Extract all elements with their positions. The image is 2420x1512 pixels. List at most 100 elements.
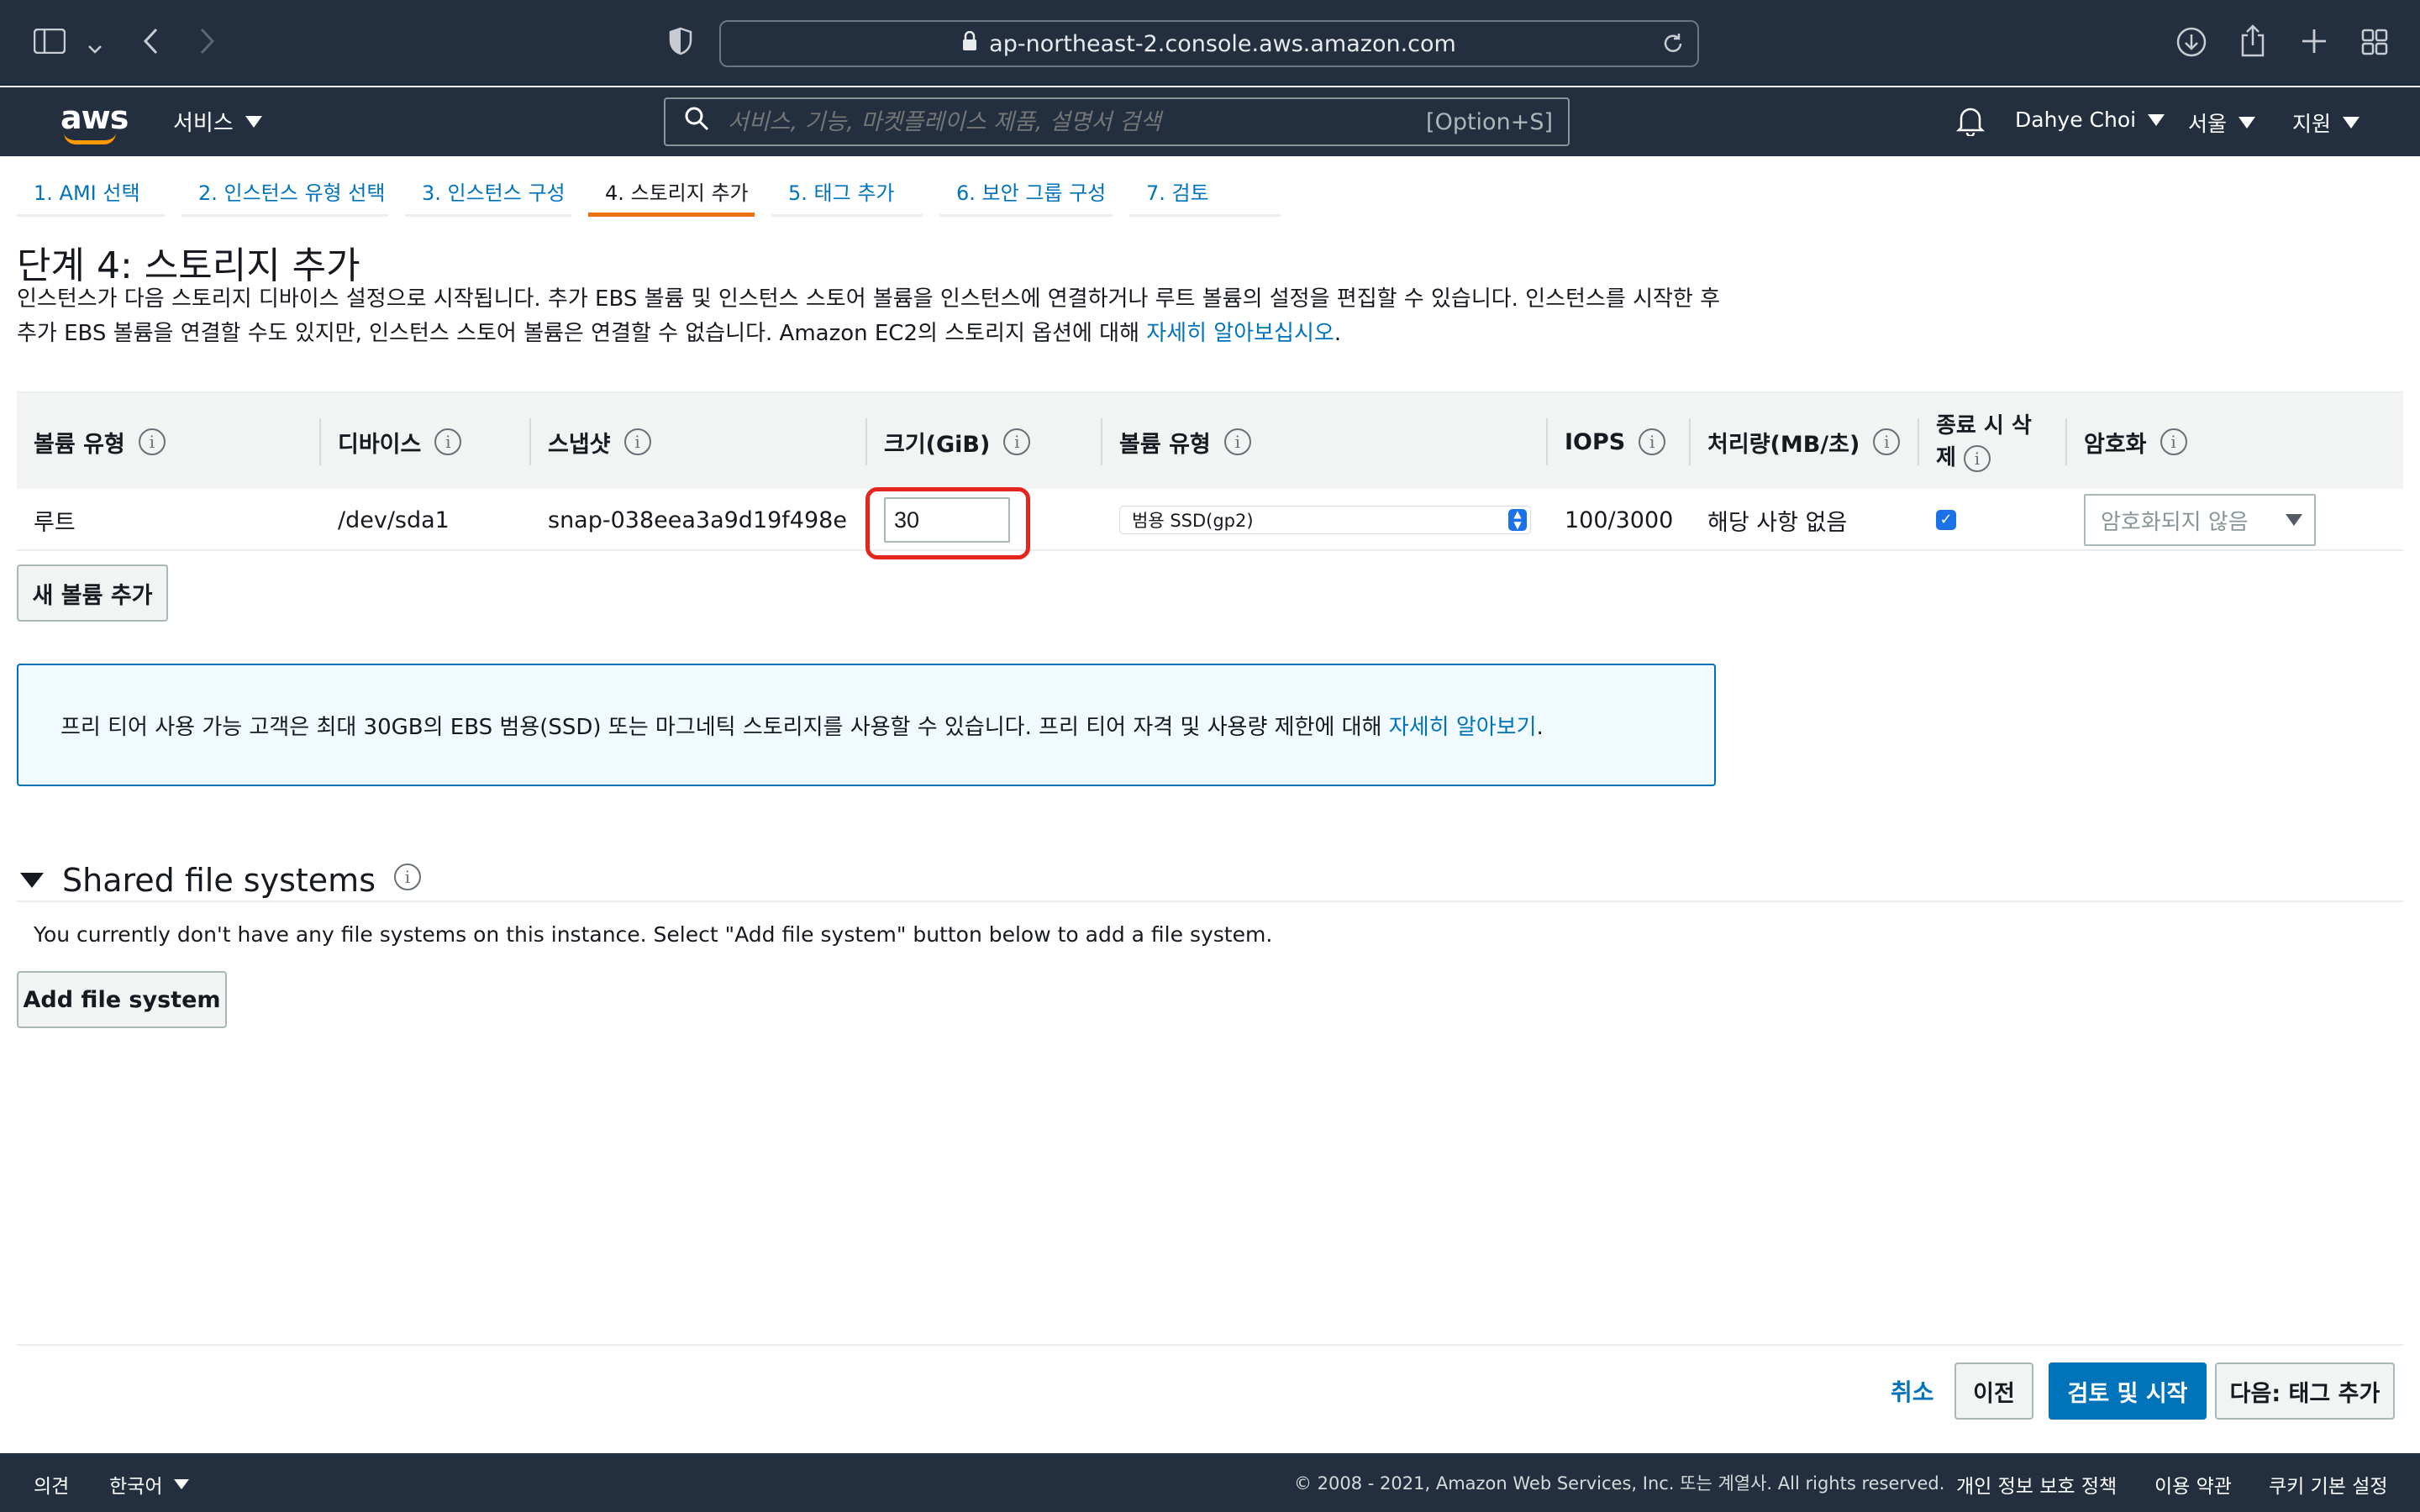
tab-configure-instance[interactable]: 3. 인스턴스 구성 <box>405 165 571 217</box>
col-volume-kind: 볼륨 유형 i <box>1102 393 1548 491</box>
region-label: 서울 <box>2188 112 2228 136</box>
shared-file-systems-title: Shared file systems <box>62 862 376 899</box>
caret-down-icon <box>2343 117 2360 129</box>
feedback-link[interactable]: 의견 <box>34 1470 69 1499</box>
info-icon[interactable]: i <box>1003 428 1031 455</box>
share-icon[interactable] <box>2240 24 2265 62</box>
col-snapshot: 스냅샷 i <box>531 393 867 491</box>
back-icon[interactable] <box>141 27 160 60</box>
info-icon[interactable]: i <box>138 428 166 455</box>
info-icon[interactable]: i <box>1963 444 1991 472</box>
terms-link[interactable]: 이용 약관 <box>2154 1470 2232 1499</box>
cell-size <box>867 489 1102 551</box>
review-and-launch-button[interactable]: 검토 및 시작 <box>2049 1362 2207 1420</box>
chevron-down-icon[interactable] <box>87 32 103 60</box>
info-icon[interactable]: i <box>623 428 651 455</box>
page-description-end: . <box>1334 321 1342 346</box>
aws-console-nav: aws 서비스 [Option+S] Dahye Choi 서울 지원 <box>0 87 2420 156</box>
tab-ami-select[interactable]: 1. AMI 선택 <box>17 165 165 217</box>
storage-table: 볼륨 유형 i 디바이스 i 스냅샷 i 크기(GiB) i 볼륨 유형 i IOPS i … <box>17 391 2403 551</box>
support-menu[interactable]: 지원 <box>2292 108 2360 138</box>
info-icon[interactable]: i <box>1639 428 1666 455</box>
cell-encryption: 암호화되지 않음 <box>2067 489 2333 551</box>
col-volume-kind-label: 볼륨 유형 <box>1119 431 1211 458</box>
caret-down-icon <box>2148 113 2165 126</box>
tab-overview-icon[interactable] <box>2361 29 2388 60</box>
encryption-select[interactable]: 암호화되지 않음 <box>2084 494 2316 546</box>
col-device: 디바이스 i <box>321 393 531 491</box>
download-icon[interactable] <box>2176 27 2207 62</box>
divider <box>17 1344 2403 1346</box>
search-input[interactable] <box>728 108 1417 135</box>
language-label: 한국어 <box>109 1476 163 1498</box>
info-icon[interactable]: i <box>434 428 462 455</box>
privacy-link[interactable]: 개인 정보 보호 정책 <box>1956 1470 2117 1499</box>
collapse-triangle-icon <box>20 873 44 888</box>
table-row: 루트 /dev/sda1 snap-038eea3a9d19f498e 범용 S… <box>17 489 2403 551</box>
free-tier-notice: 프리 티어 사용 가능 고객은 최대 30GB의 EBS 범용(SSD) 또는 … <box>17 664 1716 786</box>
page-description-text: 인스턴스가 다음 스토리지 디바이스 설정으로 시작됩니다. 추가 EBS 볼륨… <box>17 286 1721 346</box>
aws-logo-text: aws <box>60 99 129 136</box>
cell-volume-kind: 범용 SSD(gp2) ▲ ▼ <box>1102 489 1548 551</box>
aws-logo[interactable]: aws <box>60 99 129 144</box>
info-icon[interactable]: i <box>1873 428 1901 455</box>
shield-icon[interactable] <box>669 27 692 60</box>
add-file-system-button[interactable]: Add file system <box>17 971 227 1028</box>
learn-more-link[interactable]: 자세히 알아보십시오 <box>1146 321 1334 346</box>
cell-delete-on-termination: ✓ <box>1919 489 2067 551</box>
user-name: Dahye Choi <box>2015 108 2137 132</box>
tab-add-storage[interactable]: 4. 스토리지 추가 <box>588 165 755 217</box>
encryption-value: 암호화되지 않음 <box>2101 509 2249 535</box>
info-icon[interactable]: i <box>394 864 421 890</box>
col-device-label: 디바이스 <box>338 431 422 458</box>
info-icon[interactable]: i <box>1223 428 1251 455</box>
cancel-button[interactable]: 취소 <box>1891 1374 1934 1408</box>
region-menu[interactable]: 서울 <box>2188 108 2256 138</box>
shared-file-systems-description: You currently don't have any file system… <box>34 922 1273 947</box>
aws-smile-icon <box>64 133 116 144</box>
info-icon[interactable]: i <box>2160 428 2187 455</box>
add-volume-button[interactable]: 새 볼륨 추가 <box>17 564 168 622</box>
tab-add-tags[interactable]: 5. 태그 추가 <box>771 165 923 217</box>
shared-file-systems-header[interactable]: Shared file systems i <box>20 862 421 899</box>
cell-device: /dev/sda1 <box>338 507 450 533</box>
cookie-preferences-link[interactable]: 쿠키 기본 설정 <box>2269 1470 2388 1499</box>
col-size: 크기(GiB) i <box>867 393 1102 491</box>
tab-review[interactable]: 7. 검토 <box>1129 165 1281 217</box>
col-iops: IOPS i <box>1548 393 1691 491</box>
new-tab-icon[interactable] <box>2301 28 2328 60</box>
console-search[interactable]: [Option+S] <box>664 97 1570 146</box>
notice-learn-more-link[interactable]: 자세히 알아보기 <box>1389 715 1537 740</box>
services-menu[interactable]: 서비스 <box>173 106 262 137</box>
next-add-tags-button[interactable]: 다음: 태그 추가 <box>2215 1362 2395 1420</box>
cell-volume-type: 루트 <box>34 509 76 536</box>
notice-text: 프리 티어 사용 가능 고객은 최대 30GB의 EBS 범용(SSD) 또는 … <box>60 714 1389 740</box>
forward-icon[interactable] <box>198 27 217 60</box>
col-throughput-label: 처리량(MB/초) <box>1707 431 1860 458</box>
sidebar-icon[interactable] <box>33 28 66 59</box>
bell-icon[interactable] <box>1955 106 1986 139</box>
services-label: 서비스 <box>173 111 234 136</box>
lock-icon <box>962 30 977 56</box>
caret-down-icon <box>2286 514 2302 526</box>
size-input[interactable] <box>884 497 1010 543</box>
col-encryption: 암호화 i <box>2067 393 2333 491</box>
browser-toolbar: ap-northeast-2.console.aws.amazon.com <box>0 0 2420 86</box>
reload-icon[interactable] <box>1662 32 1684 61</box>
cell-throughput: 해당 사항 없음 <box>1707 509 1848 536</box>
previous-button[interactable]: 이전 <box>1954 1362 2033 1420</box>
cell-snapshot: snap-038eea3a9d19f498e <box>548 507 847 533</box>
address-bar[interactable]: ap-northeast-2.console.aws.amazon.com <box>719 20 1699 67</box>
col-iops-label: IOPS <box>1565 428 1626 455</box>
page-description: 인스턴스가 다음 스토리지 디바이스 설정으로 시작됩니다. 추가 EBS 볼륨… <box>17 282 1731 351</box>
tab-security-group[interactable]: 6. 보안 그룹 구성 <box>939 165 1113 217</box>
support-label: 지원 <box>2292 112 2332 136</box>
language-menu[interactable]: 한국어 <box>109 1470 190 1499</box>
volume-type-value: 범용 SSD(gp2) <box>1132 511 1254 531</box>
tab-instance-type[interactable]: 2. 인스턴스 유형 선택 <box>182 165 388 217</box>
search-shortcut-hint: [Option+S] <box>1426 109 1553 135</box>
delete-on-termination-checkbox[interactable]: ✓ <box>1936 510 1956 530</box>
table-header: 볼륨 유형 i 디바이스 i 스냅샷 i 크기(GiB) i 볼륨 유형 i IOPS i … <box>17 391 2403 489</box>
user-menu[interactable]: Dahye Choi <box>2015 108 2165 132</box>
volume-type-select[interactable]: 범용 SSD(gp2) ▲ ▼ <box>1119 506 1531 534</box>
